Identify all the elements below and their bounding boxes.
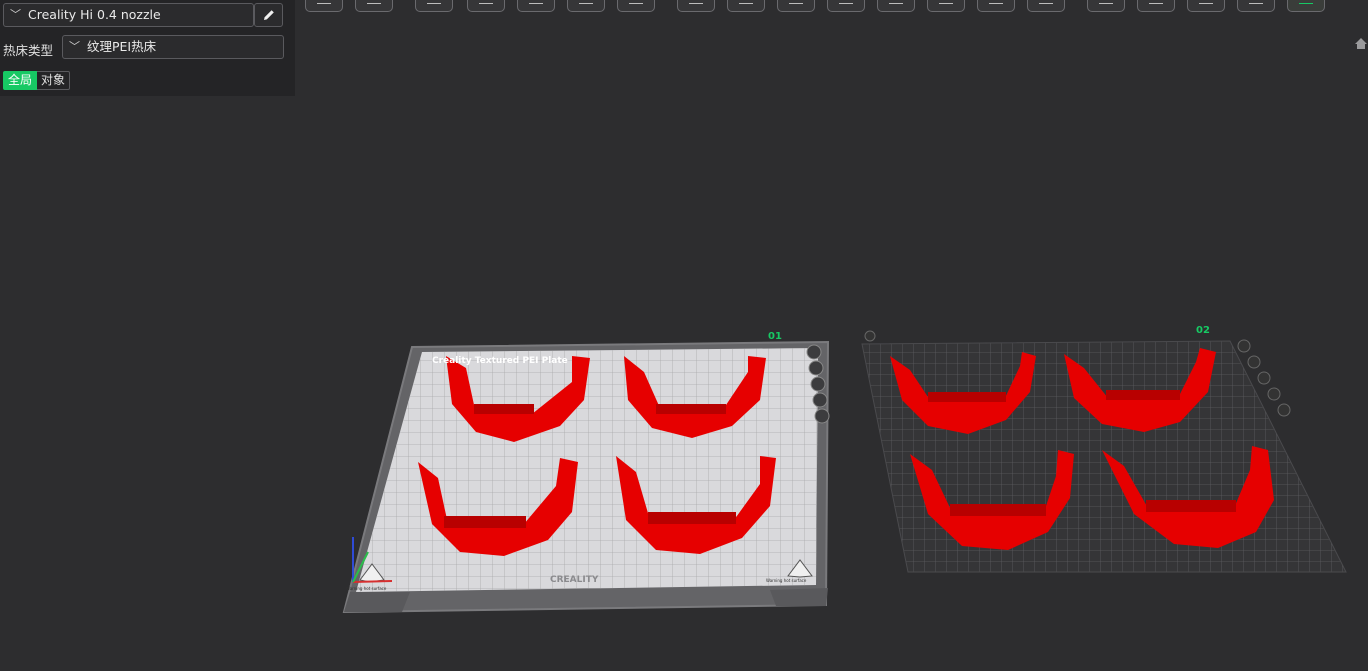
lay-on-face-icon (529, 3, 543, 4)
main-toolbar (295, 0, 1368, 16)
toolbar-button-circle[interactable] (1237, 0, 1275, 12)
3d-viewport[interactable]: Creality Textured PEI Plate CREALITY War… (0, 0, 1368, 671)
text-tool-icon (1299, 3, 1313, 4)
printer-preset-value: Creality Hi 0.4 nozzle (28, 7, 161, 22)
slice-plate-icon (629, 3, 643, 4)
toolbar-button-hollow[interactable] (977, 0, 1015, 12)
pencil-icon (263, 10, 274, 20)
settings-panel: ﹀ Creality Hi 0.4 nozzle 热床类型 ﹀ 纹理PEI热床 … (0, 0, 295, 96)
toolbar-button-grid[interactable] (355, 0, 393, 12)
bed-type-value: 纹理PEI热床 (87, 39, 157, 54)
toolbar-button-auto-orient[interactable] (415, 0, 453, 12)
toolbar-button-paint[interactable] (1137, 0, 1175, 12)
tab-object[interactable]: 对象 (37, 71, 70, 90)
toolbar-button-text-tool[interactable] (1287, 0, 1325, 12)
plate-2-number: 02 (1196, 325, 1210, 336)
split-icon (579, 3, 593, 4)
tab-global[interactable]: 全局 (3, 71, 37, 90)
toolbar-button-add-object[interactable] (305, 0, 343, 12)
plate-1-warning-left: Warning hot surface (346, 586, 387, 591)
home-icon[interactable] (1354, 36, 1368, 50)
toolbar-button-lay-on-face[interactable] (517, 0, 555, 12)
arrange-icon (479, 3, 493, 4)
edit-printer-button[interactable] (254, 3, 283, 27)
add-object-icon (317, 3, 331, 4)
bed-type-select[interactable]: ﹀ 纹理PEI热床 (62, 35, 284, 59)
tower-icon (1099, 3, 1113, 4)
bed-type-label: 热床类型 (3, 43, 54, 58)
toolbar-button-edit[interactable] (877, 0, 915, 12)
toolbar-button-arrange[interactable] (467, 0, 505, 12)
seam-icon (1199, 3, 1213, 4)
build-plate-2[interactable]: 02 (861, 325, 1347, 573)
circle-icon (1249, 3, 1263, 4)
toolbar-button-slice-plate[interactable] (617, 0, 655, 12)
toolbar-button-tower[interactable] (1087, 0, 1125, 12)
auto-orient-icon (427, 3, 441, 4)
toolbar-button-cube[interactable] (827, 0, 865, 12)
cut-icon (939, 3, 953, 4)
edit-icon (889, 3, 903, 4)
toolbar-button-cut[interactable] (927, 0, 965, 12)
hollow-icon (989, 3, 1003, 4)
toolbar-button-measure[interactable] (777, 0, 815, 12)
toolbar-button-settings-cogs[interactable] (727, 0, 765, 12)
toolbar-button-support[interactable] (1027, 0, 1065, 12)
chevron-down-icon: ﹀ (10, 8, 21, 21)
chevron-down-icon: ﹀ (69, 40, 80, 53)
measure-icon (789, 3, 803, 4)
toolbar-button-columns[interactable] (677, 0, 715, 12)
grid-icon (367, 3, 381, 4)
plate-1-title: Creality Textured PEI Plate (432, 356, 568, 366)
cube-icon (839, 3, 853, 4)
plate-1-warning-right: Warning hot surface (766, 578, 807, 583)
plate-1-number: 01 (768, 331, 782, 342)
paint-icon (1149, 3, 1163, 4)
toolbar-button-seam[interactable] (1187, 0, 1225, 12)
settings-cogs-icon (739, 3, 753, 4)
build-plate-1[interactable]: Creality Textured PEI Plate CREALITY War… (342, 331, 830, 614)
toolbar-button-split[interactable] (567, 0, 605, 12)
printer-preset-select[interactable]: ﹀ Creality Hi 0.4 nozzle (3, 3, 254, 27)
columns-icon (689, 3, 703, 4)
plate-1-brand: CREALITY (550, 575, 599, 585)
support-icon (1039, 3, 1053, 4)
